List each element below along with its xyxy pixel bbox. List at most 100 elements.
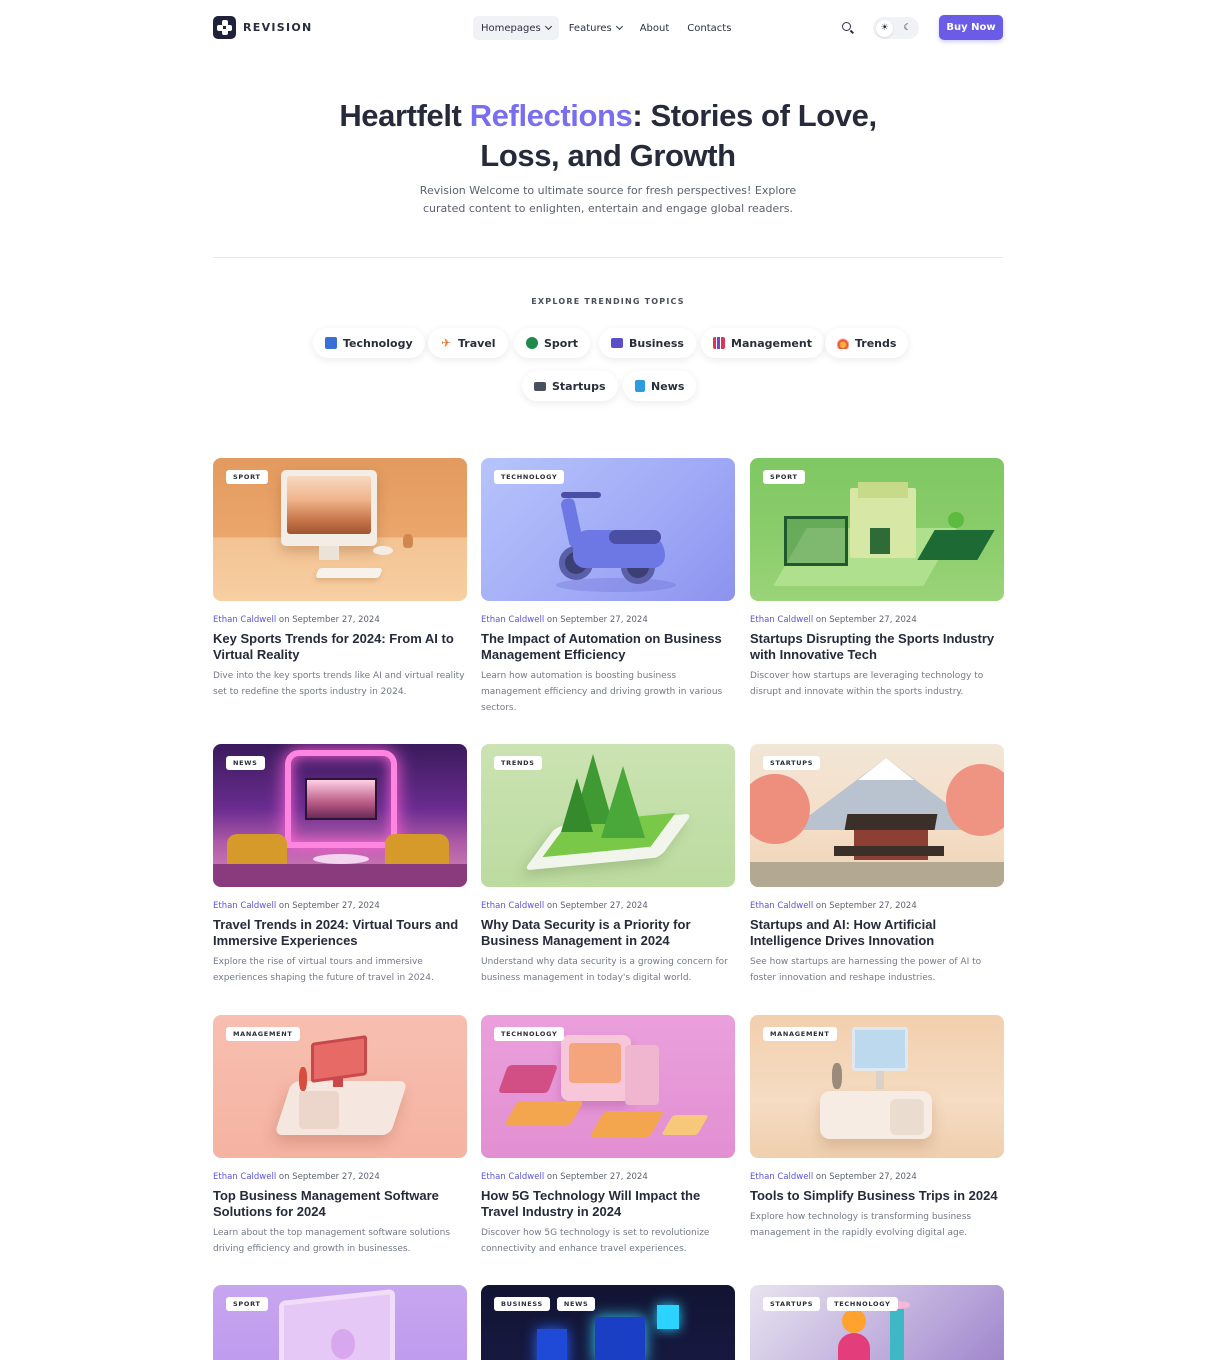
post-tags: SPORT [226,470,268,484]
brand-logo[interactable]: REVISION [213,16,313,39]
post-tags: TRENDS [494,756,542,770]
post-date: on September 27, 2024 [278,901,380,911]
post-tags: SPORT [226,1297,268,1311]
post-card[interactable]: MANAGEMENT Ethan Caldwell on September 2… [750,1015,1004,1241]
post-author[interactable]: Ethan Caldwell [750,1172,813,1182]
post-card[interactable]: TRENDS Ethan Caldwell on September 27, 2… [481,744,735,986]
category-tag[interactable]: TRENDS [494,756,542,770]
buy-now-button[interactable]: Buy Now [939,15,1003,40]
category-tag[interactable]: TECHNOLOGY [827,1297,898,1311]
topic-sport[interactable]: Sport [514,328,591,358]
topic-label: Travel [458,336,496,350]
topic-startups[interactable]: Startups [522,371,618,401]
category-tag[interactable]: NEWS [226,756,265,770]
topic-business[interactable]: Business [599,328,696,358]
category-tag[interactable]: BUSINESS [494,1297,550,1311]
post-excerpt: Dive into the key sports trends like AI … [213,671,465,697]
nav-contacts-label: Contacts [687,22,732,34]
airplane-icon: ✈ [440,336,452,350]
bar-chart-icon [713,337,725,349]
category-tag[interactable]: SPORT [226,1297,268,1311]
post-date: on September 27, 2024 [546,901,648,911]
post-card[interactable]: BUSINESS NEWS [481,1285,735,1360]
post-thumbnail[interactable]: BUSINESS NEWS [481,1285,735,1360]
moon-icon[interactable]: ☾ [899,20,916,37]
category-tag[interactable]: TECHNOLOGY [494,1027,565,1041]
post-thumbnail[interactable]: SPORT [213,458,467,601]
nav-about[interactable]: About [632,16,678,40]
post-card[interactable]: TECHNOLOGY Ethan Caldwell on September 2… [481,458,735,716]
post-card[interactable]: SPORT Ethan Caldwell on September 27, 20… [750,458,1004,700]
laptop-icon [325,337,337,349]
post-title[interactable]: Travel Trends in 2024: Virtual Tours and… [213,917,467,949]
nav-features-label: Features [568,22,612,34]
post-thumbnail[interactable]: MANAGEMENT [750,1015,1004,1158]
post-title[interactable]: The Impact of Automation on Business Man… [481,631,735,663]
post-thumbnail[interactable]: TECHNOLOGY [481,1015,735,1158]
post-thumbnail[interactable]: STARTUPS [750,744,1004,887]
post-date: on September 27, 2024 [546,615,648,625]
category-tag[interactable]: STARTUPS [763,756,821,770]
hero-title-accent: Reflections [469,98,633,133]
post-card[interactable]: STARTUPS TECHNOLOGY [750,1285,1004,1360]
sun-icon[interactable]: ☀ [876,19,893,37]
fire-icon [837,337,849,349]
nav-contacts[interactable]: Contacts [679,16,739,40]
post-author[interactable]: Ethan Caldwell [213,1172,276,1182]
post-author[interactable]: Ethan Caldwell [750,901,813,911]
post-meta: Ethan Caldwell on September 27, 2024 [750,1172,1004,1182]
category-tag[interactable]: SPORT [763,470,805,484]
post-thumbnail[interactable]: TRENDS [481,744,735,887]
nav-features[interactable]: Features [561,16,630,40]
topic-label: Startups [552,379,606,393]
post-date: on September 27, 2024 [278,1172,380,1182]
category-tag[interactable]: SPORT [226,470,268,484]
post-card[interactable]: TECHNOLOGY Ethan Caldwell on September 2… [481,1015,735,1257]
post-thumbnail[interactable]: SPORT [213,1285,467,1360]
post-date: on September 27, 2024 [815,615,917,625]
post-card[interactable]: STARTUPS Ethan Caldwell on September 27,… [750,744,1004,986]
topic-news[interactable]: News [623,371,697,401]
post-title[interactable]: Tools to Simplify Business Trips in 2024 [750,1188,1004,1204]
nav-homepages[interactable]: Homepages [473,16,559,40]
post-meta: Ethan Caldwell on September 27, 2024 [750,901,1004,911]
post-card[interactable]: SPORT [213,1285,467,1360]
category-tag[interactable]: MANAGEMENT [226,1027,300,1041]
post-title[interactable]: Why Data Security is a Priority for Busi… [481,917,735,949]
search-icon[interactable] [838,18,858,38]
post-thumbnail[interactable]: MANAGEMENT [213,1015,467,1158]
post-author[interactable]: Ethan Caldwell [481,615,544,625]
document-icon [635,380,645,392]
topic-travel[interactable]: ✈ Travel [428,328,508,358]
post-author[interactable]: Ethan Caldwell [481,901,544,911]
category-tag[interactable]: STARTUPS [763,1297,821,1311]
logo-mark-icon [213,16,236,39]
theme-toggle[interactable]: ☀ ☾ [873,17,919,39]
post-date: on September 27, 2024 [546,1172,648,1182]
post-card[interactable]: NEWS Ethan Caldwell on September 27, 202… [213,744,467,986]
category-tag[interactable]: NEWS [556,1297,596,1311]
post-card[interactable]: MANAGEMENT Ethan Caldwell on September 2… [213,1015,467,1257]
post-thumbnail[interactable]: STARTUPS TECHNOLOGY [750,1285,1004,1360]
post-tags: STARTUPS [763,756,821,770]
post-author[interactable]: Ethan Caldwell [481,1172,544,1182]
post-title[interactable]: Key Sports Trends for 2024: From AI to V… [213,631,467,663]
post-thumbnail[interactable]: NEWS [213,744,467,887]
topic-label: News [651,379,685,393]
post-title[interactable]: How 5G Technology Will Impact the Travel… [481,1188,735,1220]
topic-technology[interactable]: Technology [313,328,425,358]
category-tag[interactable]: TECHNOLOGY [494,470,565,484]
post-title[interactable]: Startups and AI: How Artificial Intellig… [750,917,1004,949]
post-author[interactable]: Ethan Caldwell [750,615,813,625]
post-card[interactable]: SPORT Ethan Caldwell on September 27, 20… [213,458,467,700]
category-tag[interactable]: MANAGEMENT [763,1027,837,1041]
post-title[interactable]: Top Business Management Software Solutio… [213,1188,467,1220]
post-author[interactable]: Ethan Caldwell [213,901,276,911]
post-thumbnail[interactable]: TECHNOLOGY [481,458,735,601]
post-thumbnail[interactable]: SPORT [750,458,1004,601]
topic-management[interactable]: Management [701,328,824,358]
post-title[interactable]: Startups Disrupting the Sports Industry … [750,631,1004,663]
topic-trends[interactable]: Trends [825,328,909,358]
post-meta: Ethan Caldwell on September 27, 2024 [213,1172,467,1182]
post-author[interactable]: Ethan Caldwell [213,615,276,625]
